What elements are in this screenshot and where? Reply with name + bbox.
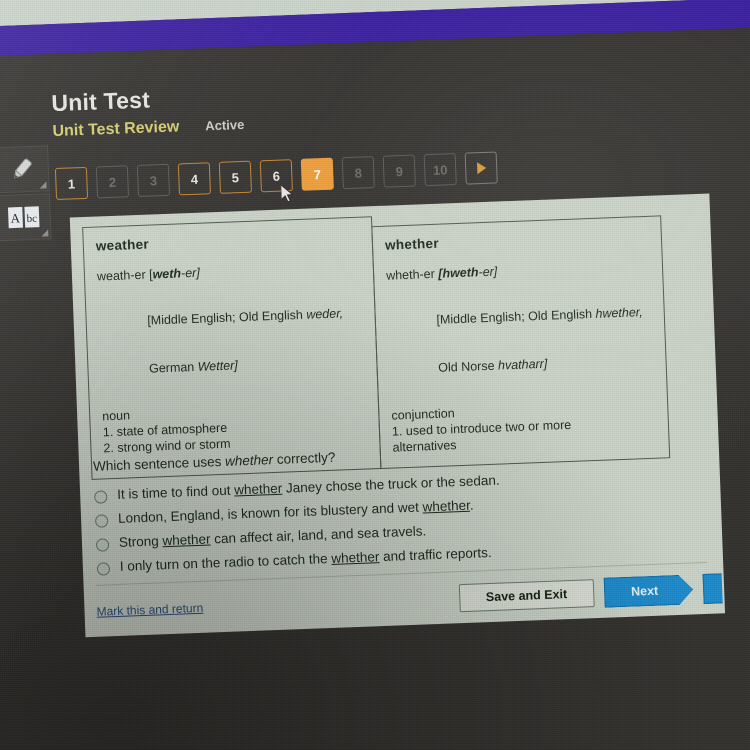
option-4-keyword: whether — [331, 549, 380, 566]
prompt-keyword: whether — [224, 452, 274, 469]
save-and-exit-button[interactable]: Save and Exit — [458, 579, 595, 613]
pron-stress-whether: hweth — [442, 265, 479, 281]
etym-l1-italic-whether: hwether, — [595, 305, 643, 322]
dictionary-tool-button[interactable]: A bc — [0, 193, 52, 242]
pager-item-4[interactable]: 4 — [177, 162, 211, 196]
photo-of-screen: A bc Unit Test Unit Test Review Active 1… — [0, 0, 750, 750]
screen-surface: A bc Unit Test Unit Test Review Active 1… — [0, 0, 750, 750]
pager-item-2: 2 — [95, 165, 130, 199]
etymology-whether: [Middle English; Old English hwether, Ol… — [387, 288, 654, 394]
dictionary-entries: weather weath-er [weth-er] [Middle Engli… — [82, 205, 671, 481]
dictionary-book-icon: A bc — [6, 205, 41, 230]
option-2-before: London, England, is known for its bluste… — [117, 499, 423, 526]
option-1-before: It is time to find out — [116, 482, 235, 502]
pager-item-3: 3 — [136, 163, 171, 197]
syllables-whether: wheth-er — [385, 267, 436, 283]
footer-actions: Save and Exit Next — [458, 573, 723, 613]
etym-l2-plain-weather: German — [148, 360, 198, 376]
etym-l1-plain-whether: [Middle English; Old English — [436, 307, 596, 328]
pager-item-5[interactable]: 5 — [218, 160, 252, 194]
dictionary-entry-weather: weather weath-er [weth-er] [Middle Engli… — [82, 216, 382, 481]
radio-button-4[interactable] — [96, 562, 111, 576]
question-panel: weather weath-er [weth-er] [Middle Engli… — [69, 193, 726, 638]
etym-l2-italic-whether: hvatharr] — [497, 356, 548, 373]
etym-l1-italic-weather: weder, — [306, 306, 344, 322]
pager-item-1[interactable]: 1 — [54, 166, 89, 201]
pronunciation-whether: wheth-er [hweth-er] — [386, 258, 650, 284]
definition-weather: noun 1. state of atmosphere 2. strong wi… — [102, 399, 368, 457]
option-4-before: I only turn on the radio to catch the — [119, 550, 332, 574]
option-2-keyword: whether — [422, 497, 471, 515]
highlighter-tool-button[interactable] — [0, 145, 50, 194]
headword-weather: weather — [95, 236, 150, 254]
pron-tail-whether: -er] — [478, 264, 498, 280]
pager-next-arrow-button[interactable] — [464, 151, 498, 185]
headword-whether: whether — [384, 235, 440, 253]
tool-rail: A bc — [0, 145, 52, 243]
pager-item-7[interactable]: 7 — [300, 157, 334, 191]
etymology-weather: [Middle English; Old English weder, Germ… — [98, 289, 365, 395]
option-2-after: . — [469, 497, 474, 513]
pager-item-8: 8 — [341, 156, 375, 190]
pager-item-9: 9 — [382, 154, 416, 188]
answer-option-text-3: Strong whether can affect air, land, and… — [119, 523, 427, 550]
dictionary-entry-whether: whether wheth-er [hweth-er] [Middle Engl… — [371, 215, 671, 470]
pager-item-6[interactable]: 6 — [259, 159, 293, 193]
radio-button-3[interactable] — [95, 538, 110, 552]
svg-text:bc: bc — [26, 213, 37, 225]
pron-tail-weather: -er] — [180, 265, 201, 281]
etym-l1-plain-weather: [Middle English; Old English — [147, 307, 307, 328]
answer-options[interactable]: It is time to find out whether Janey cho… — [94, 465, 697, 576]
pron-stress-weather: weth — [152, 266, 182, 282]
next-button-offscreen-partial[interactable] — [702, 573, 723, 605]
pronunciation-weather: weath-er [weth-er] — [97, 259, 361, 285]
status-badge: Active — [204, 116, 245, 134]
answer-option-text-2: London, England, is known for its bluste… — [118, 498, 474, 526]
pager-item-10: 10 — [423, 153, 457, 187]
option-3-keyword: whether — [162, 531, 211, 549]
option-3-after: can affect air, land, and sea travels. — [210, 523, 427, 547]
etym-l2-plain-whether: Old Norse — [438, 358, 499, 376]
prompt-after: correctly? — [272, 449, 336, 468]
next-button[interactable]: Next — [604, 574, 694, 607]
svg-text:A: A — [10, 210, 21, 225]
etym-l2-italic-weather: Wetter] — [197, 358, 239, 375]
mark-this-and-return-link[interactable]: Mark this and return — [96, 601, 203, 619]
radio-button-2[interactable] — [94, 514, 109, 528]
answer-option-text-1: It is time to find out whether Janey cho… — [117, 473, 500, 502]
option-4-after: and traffic reports. — [379, 544, 492, 565]
pencil-icon — [14, 158, 32, 179]
question-area: Which sentence uses whether correctly? I… — [93, 436, 697, 583]
radio-button-1[interactable] — [94, 490, 108, 504]
option-3-before: Strong — [118, 533, 163, 550]
answer-option-text-4: I only turn on the radio to catch the wh… — [120, 545, 492, 574]
syllables-weather: weath-er — [96, 267, 146, 284]
chevron-right-icon — [476, 161, 486, 175]
option-1-after: Janey chose the truck or the sedan. — [281, 472, 500, 496]
option-1-keyword: whether — [233, 480, 283, 498]
